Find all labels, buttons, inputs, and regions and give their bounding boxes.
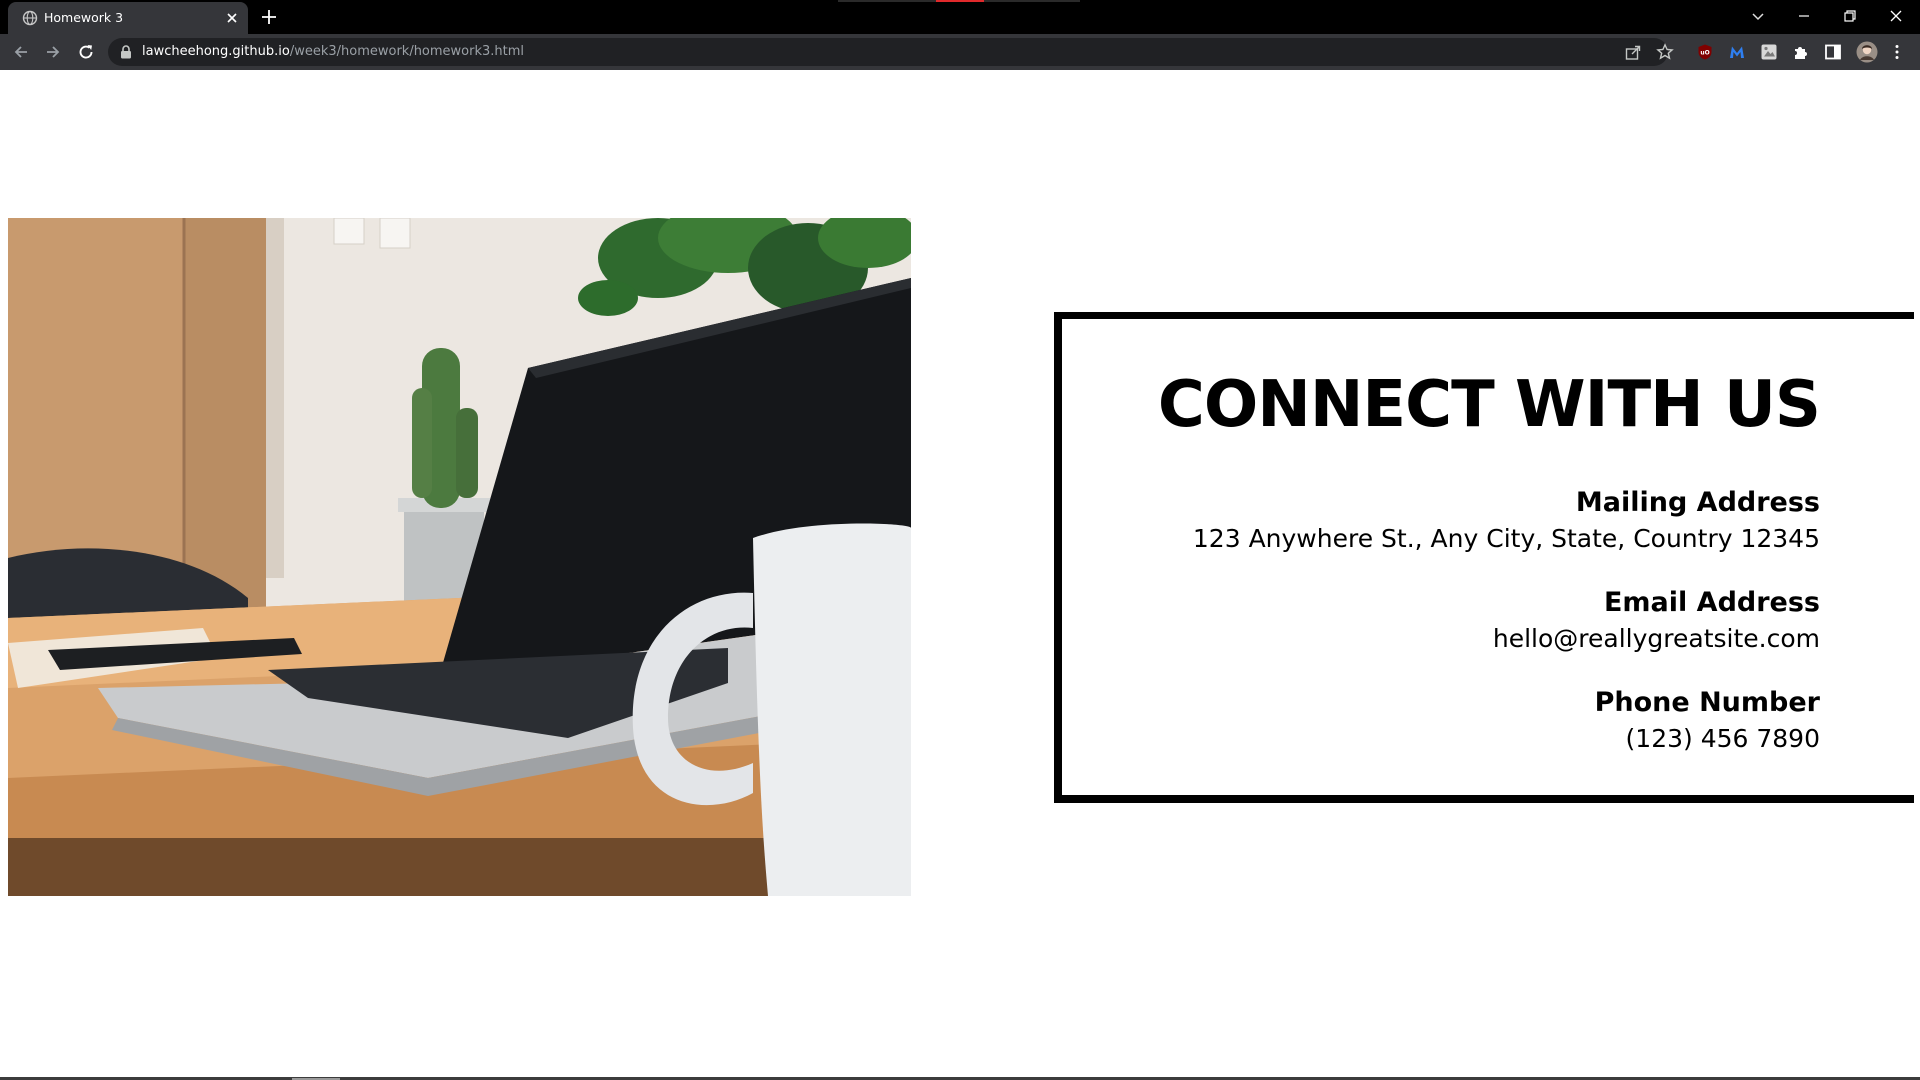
url-host: lawcheehong.github.io: [142, 44, 290, 59]
url-path: /week3/homework/homework3.html: [289, 44, 525, 59]
email-address-value: hello@reallygreatsite.com: [1492, 624, 1820, 653]
mailing-address-label: Mailing Address: [1575, 487, 1820, 518]
image-extension-icon[interactable]: [1760, 43, 1778, 61]
reload-icon[interactable]: [76, 42, 96, 62]
forward-arrow-right-icon[interactable]: [43, 42, 63, 62]
share-icon[interactable]: [1624, 43, 1642, 61]
new-tab-plus-icon[interactable]: [260, 8, 278, 26]
tab-homework-3[interactable]: Homework 3: [8, 2, 248, 34]
browser-titlebar: Homework 3: [0, 0, 1920, 34]
extensions-puzzle-icon[interactable]: [1792, 43, 1810, 61]
recording-indicator: [936, 0, 984, 2]
contact-card: CONNECT WITH US Mailing Address 123 Anyw…: [1054, 312, 1914, 803]
address-bar[interactable]: lawcheehong.github.io/week3/homework/hom…: [108, 38, 1674, 66]
mailing-address-value: 123 Anywhere St., Any City, State, Count…: [1192, 524, 1820, 553]
tab-title: Homework 3: [44, 10, 124, 25]
bookmark-star-icon[interactable]: [1656, 43, 1674, 61]
contact-heading: CONNECT WITH US: [1157, 368, 1821, 442]
url-text[interactable]: lawcheehong.github.io/week3/homework/hom…: [142, 44, 524, 59]
hero-photo-illustration: [8, 218, 911, 896]
hero-photo-laptop-desk: [8, 218, 911, 896]
malwarebytes-icon[interactable]: [1728, 43, 1746, 61]
lock-icon[interactable]: [120, 45, 132, 59]
avatar[interactable]: [1856, 41, 1878, 63]
phone-number-label: Phone Number: [1594, 687, 1820, 718]
restore-icon[interactable]: [1840, 6, 1860, 26]
svg-text:uO: uO: [1700, 50, 1709, 57]
minimize-icon[interactable]: [1794, 6, 1814, 26]
contact-details: CONNECT WITH US Mailing Address 123 Anyw…: [1157, 365, 1821, 757]
back-arrow-left-icon[interactable]: [11, 42, 31, 62]
close-window-icon[interactable]: [1886, 6, 1906, 26]
kebab-menu-icon[interactable]: [1888, 43, 1906, 61]
email-address-label: Email Address: [1603, 587, 1820, 618]
phone-number-value: (123) 456 7890: [1625, 724, 1820, 753]
ublock-icon[interactable]: uO: [1696, 43, 1714, 61]
globe-icon: [22, 10, 38, 26]
side-panel-icon[interactable]: [1824, 43, 1842, 61]
tab-search-chevron-down-icon[interactable]: [1748, 6, 1768, 26]
tab-close-icon[interactable]: [224, 10, 240, 26]
browser-toolbar: lawcheehong.github.io/week3/homework/hom…: [0, 34, 1920, 70]
